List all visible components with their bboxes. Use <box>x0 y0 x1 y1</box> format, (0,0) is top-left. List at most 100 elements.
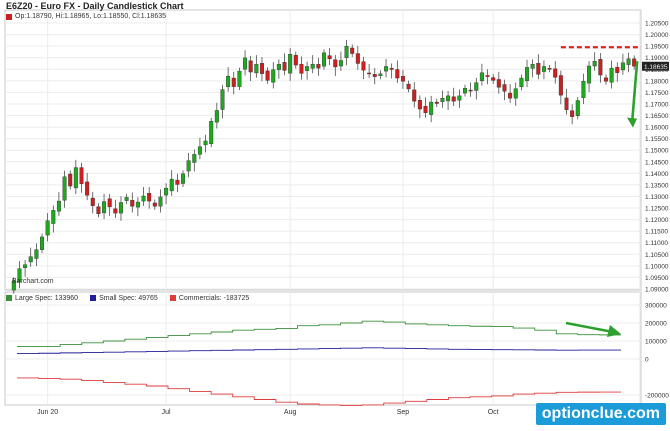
candle-body <box>118 202 123 214</box>
candle-body <box>530 63 535 69</box>
candle-body <box>175 179 180 185</box>
candle-body <box>62 176 67 201</box>
price-tick-label: 1.15000 <box>645 148 669 155</box>
candle-body <box>587 65 592 84</box>
candle-body <box>276 63 281 70</box>
candle-body <box>130 199 135 207</box>
candle-body <box>581 81 586 98</box>
candle-body <box>85 181 90 196</box>
candle-body <box>434 101 439 104</box>
candle-body <box>124 197 129 201</box>
candle <box>209 117 214 148</box>
date-tick-label: Jul <box>162 409 171 416</box>
candle-body <box>34 249 39 259</box>
candle-body <box>367 72 372 75</box>
price-tick-label: 1.13500 <box>645 182 669 189</box>
candle <box>575 97 580 120</box>
candle-body <box>525 67 530 82</box>
price-tick-label: 1.10000 <box>645 263 669 270</box>
legend-commercials-text: Commercials: -183725 <box>178 294 250 302</box>
candle-body <box>209 121 214 144</box>
candle-body <box>299 63 304 74</box>
candle-body <box>321 52 327 67</box>
candle-body <box>96 206 101 215</box>
candle-body <box>282 62 287 71</box>
legend-small-spec-text: Small Spec: 49765 <box>99 294 158 302</box>
candle-body <box>90 197 95 206</box>
candle <box>237 67 242 91</box>
candle-body <box>468 89 473 92</box>
candle-body <box>564 97 569 110</box>
watermark-logo[interactable]: optionclue.com <box>535 403 666 425</box>
cot-tick-label: 0 <box>645 357 649 364</box>
ohlc-readout: Op:1.18790, Hi:1.18965, Lo:1.18550, Cl:1… <box>6 11 640 22</box>
candle-body <box>158 196 163 207</box>
candle-body <box>451 96 456 102</box>
candle-body <box>164 187 169 196</box>
candle-body <box>400 75 405 82</box>
candle-body <box>344 45 349 58</box>
candle-body <box>316 63 321 69</box>
candle-body <box>56 200 61 212</box>
candle-body <box>220 89 225 110</box>
candle-body <box>192 154 197 163</box>
cot-tick-label: 300000 <box>645 303 667 310</box>
price-tick-label: 1.19000 <box>645 55 669 62</box>
candle-body <box>28 256 33 263</box>
candle-body <box>51 210 56 224</box>
candle-body <box>474 82 479 91</box>
ohlc-text: Op:1.18790, Hi:1.18965, Lo:1.18550, Cl:1… <box>15 13 167 20</box>
candle-body <box>350 47 355 54</box>
cot-tick-label: 100000 <box>645 339 667 346</box>
candle-body <box>502 84 507 92</box>
ohlc-square-icon <box>6 13 12 20</box>
candle-body <box>570 110 575 117</box>
candle-body <box>609 67 614 83</box>
candle-body <box>485 75 490 77</box>
commercials-square-icon <box>169 295 176 301</box>
price-tick-label: 1.14500 <box>645 159 669 166</box>
candle-body <box>288 54 293 74</box>
price-tick-label: 1.09000 <box>645 287 669 294</box>
price-tick-label: 1.12000 <box>645 217 669 224</box>
candle-body <box>107 198 112 208</box>
candle-body <box>355 53 360 64</box>
candle-body <box>541 66 546 72</box>
candle-body <box>197 146 202 155</box>
candle-body <box>169 178 174 192</box>
legend-small-spec: Small Spec: 49765 <box>90 295 158 302</box>
candle-body <box>603 77 608 82</box>
price-tick-label: 1.16000 <box>645 125 669 132</box>
chart-frame: 1.18635 1.090001.095001.100001.105001.11… <box>4 9 669 416</box>
candle-body <box>406 83 411 90</box>
date-tick-label: Oct <box>488 409 499 416</box>
price-tick-label: 1.11500 <box>645 229 668 236</box>
candle-body <box>310 63 315 69</box>
candle-body <box>68 173 73 187</box>
candle-body <box>389 68 394 70</box>
price-tick-label: 1.13000 <box>645 194 669 201</box>
candle-body <box>141 195 146 202</box>
candle-body <box>423 106 428 113</box>
price-tick-label: 1.18000 <box>645 78 669 85</box>
candle-body <box>259 63 264 74</box>
candle-body <box>226 75 231 88</box>
candle-body <box>361 61 366 71</box>
candle-body <box>632 58 637 67</box>
candle-body <box>395 69 400 79</box>
candle-body <box>620 62 625 71</box>
candle-body <box>102 201 107 214</box>
price-axis: 1.09000 1.09500 1.10000 1.10500 1.11000 1.115… <box>645 21 669 294</box>
price-tick-label: 1.19500 <box>645 44 669 51</box>
candle-body <box>491 77 496 81</box>
date-tick-label: Aug <box>284 409 297 416</box>
candle-body <box>40 236 45 250</box>
candle-body <box>248 60 253 73</box>
candle-body <box>181 173 186 184</box>
candle-body <box>429 101 434 115</box>
candle-body <box>446 95 451 102</box>
candle-body <box>575 100 580 116</box>
candle-body <box>592 60 597 67</box>
candle-body <box>417 100 422 110</box>
candle-body <box>547 68 552 70</box>
